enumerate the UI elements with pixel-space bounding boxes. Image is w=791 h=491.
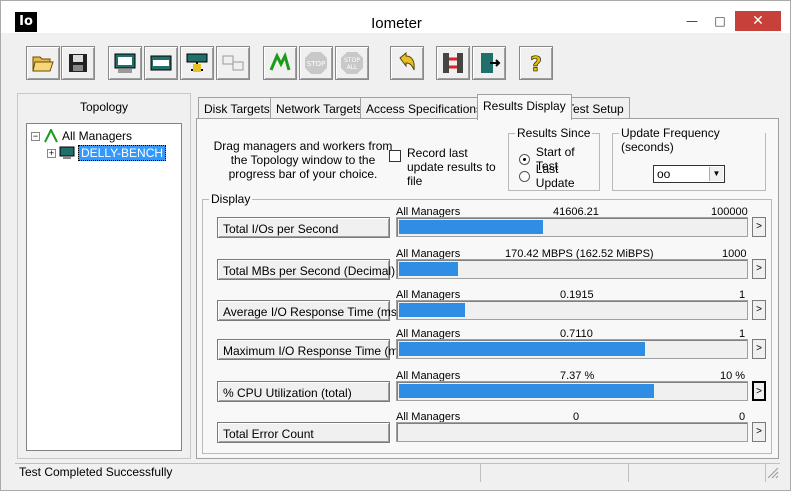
metric-button[interactable]: Average I/O Response Time (ms) bbox=[217, 300, 401, 321]
radio-button-icon[interactable] bbox=[519, 170, 530, 182]
metric-more-button[interactable]: > bbox=[752, 259, 766, 279]
metric-bar[interactable] bbox=[396, 300, 748, 320]
save-icon bbox=[69, 54, 87, 72]
computer-icon bbox=[59, 146, 75, 159]
record-checkbox-row[interactable]: Record last update results to file bbox=[389, 146, 507, 188]
display-title: Display bbox=[209, 192, 253, 206]
exit-button[interactable] bbox=[472, 46, 506, 80]
metric-bar-fill bbox=[399, 342, 645, 356]
help-icon: ? bbox=[530, 52, 542, 76]
disconnect-button[interactable] bbox=[216, 46, 250, 80]
update-frequency-select[interactable]: oo ▼ bbox=[653, 165, 725, 183]
start-disk-workers-button[interactable] bbox=[144, 46, 178, 80]
close-button[interactable]: ✕ bbox=[735, 11, 781, 31]
exit-icon bbox=[481, 53, 501, 73]
stop-all-icon-text-2: ALL bbox=[347, 64, 358, 71]
metric-more-button[interactable]: > bbox=[752, 339, 766, 359]
metric-more-button[interactable]: > bbox=[752, 422, 766, 442]
manager-button[interactable] bbox=[436, 46, 470, 80]
disconnect-icon bbox=[222, 55, 244, 71]
metric-button[interactable]: Maximum I/O Response Time (ms) bbox=[217, 339, 408, 360]
start-test-button[interactable] bbox=[263, 46, 297, 80]
tab-results-display[interactable]: Results Display bbox=[477, 94, 572, 120]
start-network-workers-button[interactable] bbox=[180, 46, 214, 80]
metric-bar[interactable] bbox=[396, 422, 748, 442]
status-text: Test Completed Successfully bbox=[19, 465, 173, 479]
topology-panel: Topology − All Managers + DELLY-BENCH bbox=[17, 93, 191, 459]
help-icon-text: ? bbox=[530, 52, 542, 76]
toolbar: STOP STOP ALL ? bbox=[16, 41, 778, 87]
iometer-window: Io Iometer — □ ✕ STOP STOP ALL ? Topology… bbox=[0, 0, 791, 491]
update-frequency-title: Update Frequency (seconds) bbox=[619, 126, 765, 154]
record-label: Record last update results to file bbox=[407, 146, 496, 188]
drag-instructions: Drag managers and workers from the Topol… bbox=[213, 139, 393, 181]
metric-bar-fill bbox=[399, 262, 458, 276]
status-divider bbox=[628, 464, 629, 482]
update-frequency-value: oo bbox=[657, 167, 671, 181]
collapse-icon[interactable]: − bbox=[31, 131, 40, 141]
stop-all-icon-text-1: STOP bbox=[344, 57, 360, 64]
metric-bar[interactable] bbox=[396, 381, 748, 401]
title-bar: Io Iometer — □ ✕ bbox=[1, 1, 790, 33]
start-network-workers-icon bbox=[186, 53, 208, 72]
display-group: Display All Managers 41606.21 100000 Tot… bbox=[202, 192, 772, 454]
managers-icon bbox=[44, 129, 58, 143]
results-display-panel: Drag managers and workers from the Topol… bbox=[196, 118, 779, 459]
tree-item-label: All Managers bbox=[62, 129, 133, 143]
tab-disk-targets[interactable]: Disk Targets bbox=[198, 97, 276, 119]
help-button[interactable]: ? bbox=[519, 46, 553, 80]
metric-button[interactable]: Total I/Os per Second bbox=[217, 217, 390, 238]
display-results-button[interactable] bbox=[108, 46, 142, 80]
status-bar: Test Completed Successfully bbox=[15, 463, 780, 482]
topology-title: Topology bbox=[79, 100, 129, 114]
stop-all-button[interactable]: STOP ALL bbox=[335, 46, 369, 80]
metric-bar[interactable] bbox=[396, 217, 748, 237]
status-divider bbox=[480, 464, 481, 482]
tree-item-manager[interactable]: + DELLY-BENCH bbox=[47, 145, 167, 161]
tree-item-label: DELLY-BENCH bbox=[78, 145, 167, 161]
metric-button[interactable]: Total MBs per Second (Decimal) bbox=[217, 259, 395, 280]
open-icon bbox=[32, 56, 54, 72]
open-button[interactable] bbox=[26, 46, 60, 80]
stop-icon-text: STOP bbox=[307, 60, 325, 68]
reset-workers-icon bbox=[399, 51, 415, 71]
metric-bar-fill bbox=[399, 303, 465, 317]
status-divider bbox=[765, 464, 766, 482]
metric-bar-fill bbox=[399, 384, 654, 398]
start-test-icon bbox=[269, 51, 291, 71]
expand-icon[interactable]: + bbox=[47, 148, 56, 158]
metric-bar[interactable] bbox=[396, 339, 748, 359]
reset-workers-button[interactable] bbox=[390, 46, 424, 80]
tab-network-targets[interactable]: Network Targets bbox=[270, 97, 369, 119]
metric-more-button[interactable]: > bbox=[752, 381, 766, 401]
results-since-title: Results Since bbox=[515, 126, 593, 140]
stop-all-icon: STOPALL bbox=[341, 52, 363, 74]
radio-last-update[interactable]: Last Update bbox=[519, 162, 599, 190]
tree-item-all-managers[interactable]: − All Managers bbox=[31, 128, 132, 144]
save-button[interactable] bbox=[61, 46, 95, 80]
metric-bar-fill bbox=[399, 220, 543, 234]
chevron-down-icon[interactable]: ▼ bbox=[709, 167, 723, 181]
metric-button[interactable]: % CPU Utilization (total) bbox=[217, 381, 390, 402]
metric-bar[interactable] bbox=[396, 259, 748, 279]
manager-icon bbox=[443, 53, 463, 73]
minimize-button[interactable]: — bbox=[679, 11, 705, 31]
metric-more-button[interactable]: > bbox=[752, 217, 766, 237]
stop-icon: STOP bbox=[305, 52, 327, 74]
record-checkbox[interactable] bbox=[389, 150, 401, 162]
radio-label: Last Update bbox=[535, 162, 575, 190]
tab-access-specifications[interactable]: Access Specifications bbox=[360, 97, 489, 119]
topology-tree[interactable]: − All Managers + DELLY-BENCH bbox=[26, 123, 182, 451]
stop-button[interactable]: STOP bbox=[299, 46, 333, 80]
maximize-button[interactable]: □ bbox=[707, 11, 733, 31]
window-title: Iometer bbox=[371, 15, 422, 32]
start-disk-workers-icon bbox=[150, 55, 172, 71]
resize-grip-icon[interactable] bbox=[767, 467, 779, 479]
metric-button[interactable]: Total Error Count bbox=[217, 422, 390, 443]
update-frequency-group: Update Frequency (seconds) oo ▼ bbox=[612, 126, 766, 191]
display-results-icon bbox=[114, 53, 136, 73]
metric-more-button[interactable]: > bbox=[752, 300, 766, 320]
results-since-group: Results Since Start of Test Last Update bbox=[508, 126, 600, 191]
